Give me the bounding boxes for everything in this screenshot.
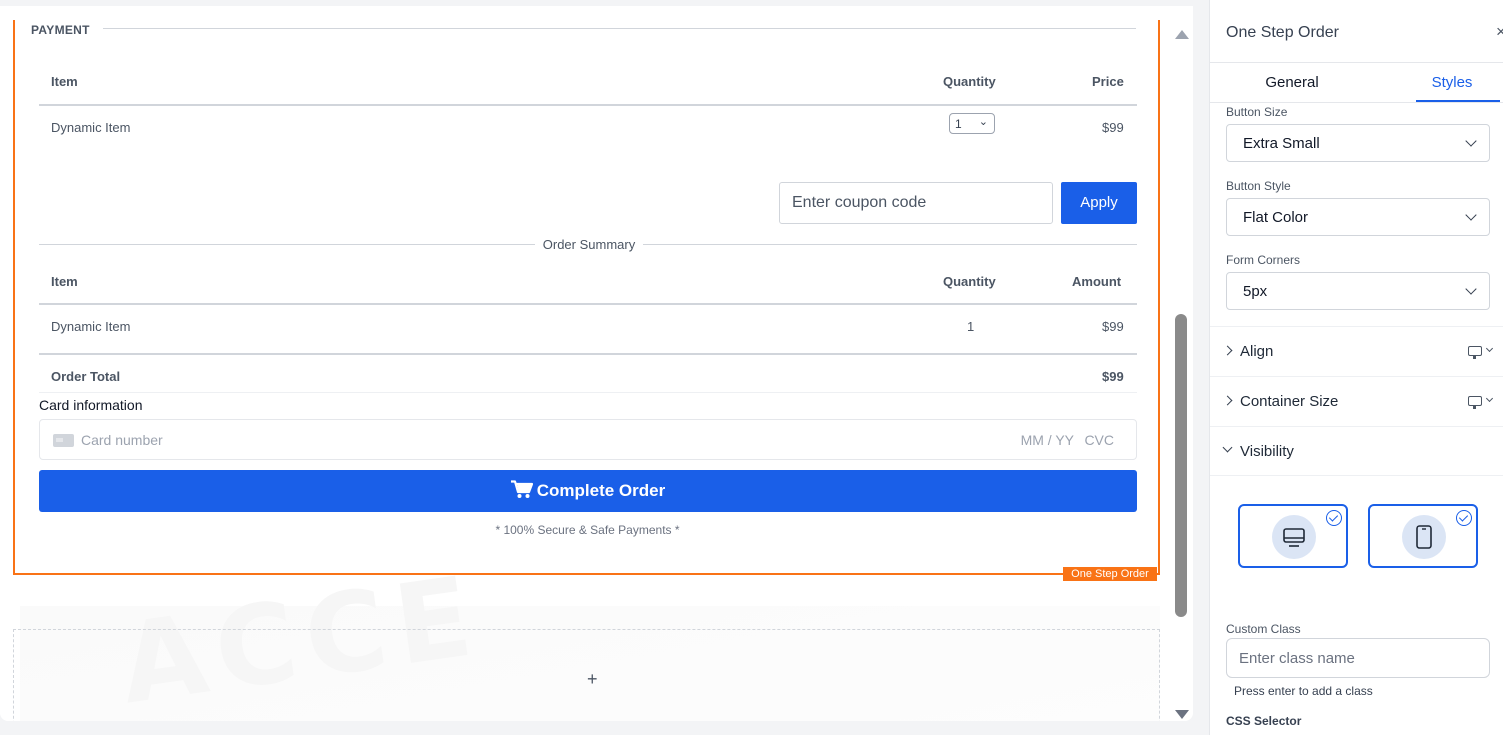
secure-payments-note: * 100% Secure & Safe Payments * [495,523,680,537]
summary-header-item: Item [51,274,78,289]
visibility-desktop-toggle[interactable] [1238,504,1348,568]
summary-header-divider [39,303,1137,305]
summary-header-quantity: Quantity [943,274,996,289]
complete-order-label: Complete Order [536,481,666,500]
button-size-label: Button Size [1226,105,1288,119]
button-style-label: Button Style [1226,179,1291,193]
order-total-value: $99 [1102,369,1124,384]
canvas-frame: ACCE PAYMENT Item Quantity Price Dynamic… [0,6,1193,721]
scroll-down-arrow-icon[interactable] [1175,710,1189,719]
scrollbar-thumb[interactable] [1175,314,1187,617]
close-icon[interactable]: × [1496,22,1503,42]
accordion-align-label: Align [1240,343,1274,360]
custom-class-help: Press enter to add a class [1234,684,1373,698]
coupon-input[interactable]: Enter coupon code [779,182,1053,224]
order-summary-title: Order Summary [542,237,636,252]
order-total-label: Order Total [51,369,121,384]
desktop-icon [1283,528,1305,547]
card-input[interactable]: Card number MM / YY CVC [39,419,1137,460]
accordion-visibility-label: Visibility [1240,443,1294,460]
chevron-down-icon [1465,135,1477,147]
summary-row-amount: $99 [1102,319,1124,334]
summary-divider-right [643,244,1137,245]
button-style-select[interactable]: Flat Color [1226,198,1490,236]
quantity-select[interactable]: 1 ⌄ [949,113,995,134]
scroll-up-arrow-icon[interactable] [1175,30,1189,39]
desktop-icon[interactable] [1468,396,1482,409]
css-selector-label: CSS Selector [1226,714,1302,728]
total-divider [39,392,1137,393]
summary-row-divider [39,353,1137,355]
items-row-name: Dynamic Item [51,120,131,135]
custom-class-input[interactable]: Enter class name [1226,638,1490,678]
summary-row-quantity: 1 [967,319,975,334]
chevron-down-icon: ⌄ [978,116,988,128]
summary-header-amount: Amount [1072,274,1122,289]
legend-divider [103,28,1136,29]
card-expiry-placeholder: MM / YY [1020,432,1074,448]
items-header-quantity: Quantity [943,74,996,89]
check-circle-icon [1456,510,1472,526]
card-cvc-placeholder: CVC [1084,432,1114,448]
form-corners-select[interactable]: 5px [1226,272,1490,310]
credit-card-icon [53,434,74,447]
accordion-align[interactable]: Align [1210,326,1503,376]
shopping-cart-icon [510,480,533,498]
desktop-icon[interactable] [1468,346,1482,359]
custom-class-label: Custom Class [1226,622,1301,636]
panel-title: One Step Order [1226,24,1339,41]
card-number-placeholder: Card number [81,432,163,448]
panel-title-divider [1210,62,1503,63]
complete-order-button[interactable]: Complete Order [39,470,1137,512]
chevron-right-icon [1222,345,1233,356]
visibility-mobile-toggle[interactable] [1368,504,1478,568]
form-corners-value: 5px [1243,283,1268,300]
one-step-order-widget[interactable]: PAYMENT Item Quantity Price Dynamic Item… [13,20,1160,575]
plus-icon[interactable]: + [587,669,598,690]
chevron-down-icon[interactable] [1485,394,1494,403]
settings-panel: One Step Order × General Styles Button S… [1209,0,1503,735]
accordion-container-size-label: Container Size [1240,393,1339,410]
apply-coupon-button[interactable]: Apply [1061,182,1137,224]
tab-styles[interactable]: Styles [1410,74,1494,91]
tabs-divider [1210,102,1503,103]
add-block-dropzone[interactable]: + [13,629,1160,721]
editor-canvas: ACCE PAYMENT Item Quantity Price Dynamic… [0,0,1195,735]
chevron-down-icon [1465,283,1477,295]
chevron-right-icon [1222,395,1233,406]
canvas-scrollbar[interactable] [1171,24,1191,721]
accordion-container-size[interactable]: Container Size [1210,376,1503,426]
mobile-icon-circle [1402,515,1446,559]
mobile-icon [1416,525,1432,549]
items-header-item: Item [51,74,78,89]
items-header-price: Price [1092,74,1124,89]
summary-divider-left [39,244,535,245]
button-size-select[interactable]: Extra Small [1226,124,1490,162]
form-corners-label: Form Corners [1226,253,1301,267]
quantity-select-value: 1 [955,117,962,131]
widget-name-tag[interactable]: One Step Order [1063,567,1157,581]
items-row-price: $99 [1102,120,1124,135]
tab-general[interactable]: General [1210,74,1374,91]
items-header-divider [39,104,1137,106]
button-style-value: Flat Color [1243,209,1309,226]
chevron-down-icon[interactable] [1485,344,1494,353]
chevron-down-icon [1222,442,1233,453]
summary-row-name: Dynamic Item [51,319,131,334]
check-circle-icon [1326,510,1342,526]
accordion-visibility[interactable]: Visibility [1210,426,1503,476]
card-information-label: Card information [39,397,143,413]
chevron-down-icon [1465,209,1477,221]
desktop-icon-circle [1272,515,1316,559]
button-size-value: Extra Small [1243,135,1320,152]
payment-legend: PAYMENT [31,23,90,37]
